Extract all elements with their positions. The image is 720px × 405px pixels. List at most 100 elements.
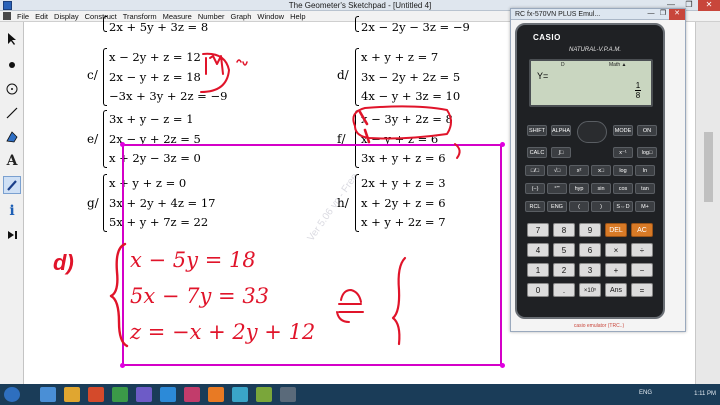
emulator-restore-button[interactable]: ❐	[657, 9, 669, 20]
key-shift[interactable]: SHIFT	[527, 125, 547, 136]
menu-graph[interactable]: Graph	[228, 11, 255, 21]
key-ln[interactable]: ln	[635, 165, 655, 176]
key-del[interactable]: DEL	[605, 223, 627, 237]
key-3[interactable]: 3	[579, 263, 601, 277]
key-sin[interactable]: sin	[591, 183, 611, 194]
sketchpad-task-icon[interactable]	[256, 387, 272, 402]
emulator-minimize-button[interactable]: —	[645, 9, 657, 20]
display-expression: Y=	[537, 71, 549, 81]
key-ac[interactable]: AC	[631, 223, 653, 237]
key-2[interactable]: 2	[553, 263, 575, 277]
key-8[interactable]: 8	[553, 223, 575, 237]
marker-icon[interactable]	[3, 176, 21, 194]
key-logbase[interactable]: log□	[637, 147, 657, 158]
key-decimal[interactable]: .	[553, 283, 575, 297]
key-6[interactable]: 6	[579, 243, 601, 257]
polygon-icon[interactable]	[3, 128, 21, 146]
menu-file[interactable]: File	[14, 11, 32, 21]
toolbox: A i	[0, 22, 24, 384]
custom-tool-icon[interactable]	[3, 226, 21, 244]
ie-icon[interactable]	[40, 387, 56, 402]
key-square[interactable]: x²	[569, 165, 589, 176]
key-degree[interactable]: °'"	[547, 183, 567, 194]
key-open-paren[interactable]: (	[569, 201, 589, 212]
emulator-caption: casio emulator (TRC..)	[573, 323, 625, 329]
calculator-task-icon[interactable]	[280, 387, 296, 402]
key-ans[interactable]: Ans	[605, 283, 627, 297]
key-4[interactable]: 4	[527, 243, 549, 257]
key-s-to-d[interactable]: S⇔D	[613, 201, 633, 212]
menu-window[interactable]: Window	[254, 11, 287, 21]
indicator-deg: D	[561, 62, 565, 68]
text-icon[interactable]: A	[3, 152, 21, 170]
indicator-math: Math ▲	[609, 62, 627, 68]
key-inverse[interactable]: x⁻¹	[613, 147, 633, 158]
point-icon[interactable]	[3, 56, 21, 74]
key-sqrt[interactable]: √□	[547, 165, 567, 176]
key-calc[interactable]: CALC	[527, 147, 547, 158]
app-icon[interactable]	[160, 387, 176, 402]
app-icon[interactable]	[136, 387, 152, 402]
key-tan[interactable]: tan	[635, 183, 655, 194]
fraction-denominator: 8	[635, 91, 641, 100]
key-mode[interactable]: MODE	[613, 125, 633, 136]
menu-edit[interactable]: Edit	[32, 11, 51, 21]
folder-icon[interactable]	[64, 387, 80, 402]
media-icon[interactable]	[88, 387, 104, 402]
language-indicator[interactable]: ENG	[639, 390, 652, 396]
key-5[interactable]: 5	[553, 243, 575, 257]
app-icon[interactable]	[232, 387, 248, 402]
close-button[interactable]: ✕	[698, 0, 720, 11]
key-7[interactable]: 7	[527, 223, 549, 237]
key-integral[interactable]: ∫□	[551, 147, 571, 158]
key-cos[interactable]: cos	[613, 183, 633, 194]
key-close-paren[interactable]: )	[591, 201, 611, 212]
key-minus[interactable]: −	[631, 263, 653, 277]
start-icon[interactable]	[4, 387, 20, 402]
app-icon[interactable]	[184, 387, 200, 402]
emulator-title: RC fx-570VN PLUS Emul...	[515, 11, 601, 18]
replay-pad[interactable]	[577, 121, 607, 143]
emulator-close-button[interactable]: ✕	[669, 9, 685, 20]
straightedge-icon[interactable]	[3, 104, 21, 122]
key-hyp[interactable]: hyp	[569, 183, 589, 194]
scroll-thumb[interactable]	[704, 132, 713, 202]
ink-system: x − 5y = 18 5x − 7y = 33 z = −x + 2y + 1…	[130, 242, 315, 350]
key-exp10[interactable]: ×10ˣ	[579, 283, 601, 297]
key-rcl[interactable]: RCL	[525, 201, 545, 212]
key-fraction[interactable]: □/□	[525, 165, 545, 176]
key-eng[interactable]: ENG	[547, 201, 567, 212]
key-equals[interactable]: =	[631, 283, 653, 297]
key-on[interactable]: ON	[637, 125, 657, 136]
calculator-model: NATURAL-V.P.A.M.	[569, 47, 622, 53]
compass-icon[interactable]	[3, 80, 21, 98]
vertical-scrollbar[interactable]	[695, 22, 720, 384]
key-1[interactable]: 1	[527, 263, 549, 277]
calculator-emulator-window[interactable]: RC fx-570VN PLUS Emul... — ❐ ✕ CASIO NAT…	[510, 8, 686, 332]
chrome-icon[interactable]	[112, 387, 128, 402]
key-divide[interactable]: ÷	[631, 243, 653, 257]
menu-help[interactable]: Help	[287, 11, 308, 21]
ink-label-d: d)	[53, 250, 74, 275]
key-m-plus[interactable]: M+	[635, 201, 655, 212]
display-fraction: 1 8	[635, 81, 641, 100]
key-9[interactable]: 9	[579, 223, 601, 237]
key-plus[interactable]: +	[605, 263, 627, 277]
key-multiply[interactable]: ×	[605, 243, 627, 257]
fraction-numerator: 1	[635, 81, 641, 90]
calculator-display: D Math ▲ Y= 1 8	[529, 59, 653, 107]
calculator-body: CASIO NATURAL-V.P.A.M. D Math ▲ Y= 1 8 S…	[515, 23, 665, 319]
arrow-icon[interactable]	[3, 30, 21, 48]
info-icon[interactable]: i	[3, 202, 21, 220]
ink-line-2: 5x − 7y = 33	[130, 284, 270, 308]
key-power[interactable]: x□	[591, 165, 611, 176]
key-alpha[interactable]: ALPHA	[551, 125, 571, 136]
clock[interactable]: 1:11 PM	[694, 389, 716, 399]
document-icon[interactable]	[3, 12, 11, 20]
app-icon[interactable]	[208, 387, 224, 402]
key-0[interactable]: 0	[527, 283, 549, 297]
key-log[interactable]: log	[613, 165, 633, 176]
emulator-titlebar: RC fx-570VN PLUS Emul... — ❐ ✕	[511, 9, 685, 20]
menu-display[interactable]: Display	[51, 11, 82, 21]
key-negative[interactable]: (−)	[525, 183, 545, 194]
